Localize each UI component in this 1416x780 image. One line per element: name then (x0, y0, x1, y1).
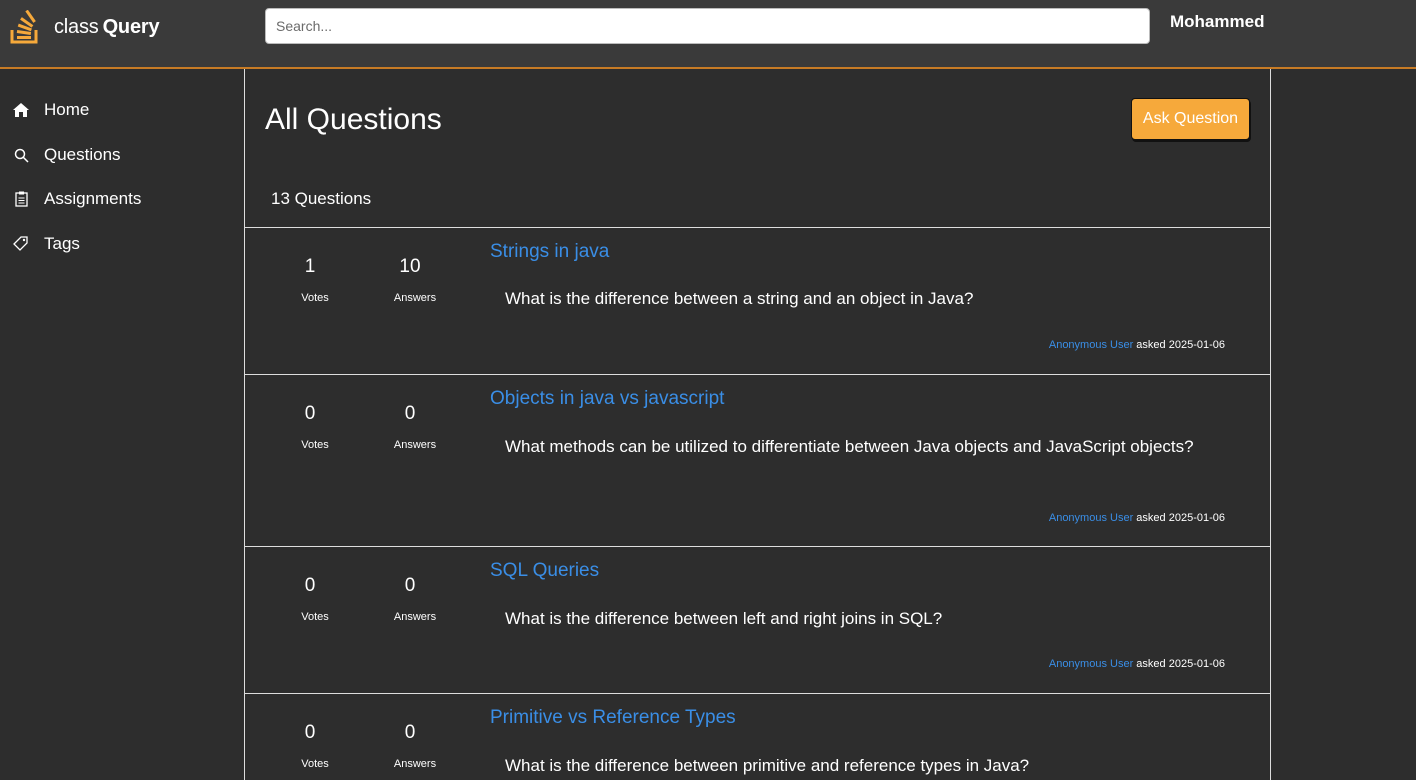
stack-logo-icon (10, 10, 38, 44)
search-input[interactable] (265, 8, 1150, 44)
answers-caption: Answers (393, 611, 437, 623)
question-text: What is the difference between primitive… (505, 756, 1030, 775)
votes-stat: 0 Votes (280, 722, 340, 770)
question-title[interactable]: Primitive vs Reference Types (490, 707, 736, 729)
logo-text: class Query (54, 15, 160, 39)
answers-count: 0 (404, 722, 416, 743)
votes-stat: 0 Votes (280, 575, 340, 623)
answers-count: 0 (404, 575, 416, 596)
sidebar-item-questions[interactable]: Questions (12, 142, 121, 168)
votes-caption: Votes (301, 439, 329, 451)
answers-caption: Answers (393, 439, 437, 451)
clipboard-icon (12, 190, 30, 208)
question-count: 13 Questions (271, 189, 372, 208)
search-icon (12, 146, 30, 164)
sidebar-item-label: Home (44, 100, 90, 119)
logo-text-class: class (54, 15, 99, 38)
question-title[interactable]: SQL Queries (490, 560, 599, 582)
question-date: 2025-01-06 (1168, 658, 1225, 670)
logo-text-query: Query (102, 15, 160, 38)
tag-icon (12, 235, 30, 253)
asked-label: asked (1136, 512, 1166, 524)
votes-count: 1 (304, 256, 316, 277)
question-row: 0 Votes 0 Answers Objects in java vs jav… (245, 374, 1270, 546)
question-meta: Anonymous User asked 2025-01-06 (1049, 339, 1225, 351)
home-icon (12, 101, 30, 119)
votes-caption: Votes (301, 758, 329, 770)
question-title[interactable]: Objects in java vs javascript (490, 388, 724, 410)
page-title: All Questions (265, 103, 442, 136)
question-text: What is the difference between a string … (505, 289, 974, 308)
answers-stat: 0 Answers (380, 722, 440, 770)
question-date: 2025-01-06 (1168, 339, 1225, 351)
sidebar-item-label: Questions (44, 145, 121, 164)
question-text: What is the difference between left and … (505, 609, 943, 628)
sidebar-item-home[interactable]: Home (12, 97, 89, 123)
logo[interactable]: class Query (10, 9, 160, 45)
answers-stat: 0 Answers (380, 403, 440, 451)
asked-label: asked (1136, 658, 1166, 670)
votes-count: 0 (304, 403, 316, 424)
answers-count: 10 (399, 256, 421, 277)
question-title[interactable]: Strings in java (490, 241, 609, 263)
votes-stat: 1 Votes (280, 256, 340, 304)
question-row: 1 Votes 10 Answers Strings in java What … (245, 227, 1270, 374)
votes-count: 0 (304, 575, 316, 596)
sidebar-item-assignments[interactable]: Assignments (12, 186, 141, 212)
sidebar-item-label: Tags (44, 234, 80, 253)
ask-question-button[interactable]: Ask Question (1131, 98, 1250, 140)
answers-caption: Answers (393, 292, 437, 304)
question-date: 2025-01-06 (1168, 512, 1225, 524)
votes-caption: Votes (301, 292, 329, 304)
main-content: All Questions Ask Question 13 Questions … (244, 69, 1271, 780)
question-meta: Anonymous User asked 2025-01-06 (1049, 512, 1225, 524)
votes-count: 0 (304, 722, 316, 743)
user-name[interactable]: Mohammed (1170, 12, 1264, 32)
question-author[interactable]: Anonymous User (1049, 512, 1133, 524)
question-author[interactable]: Anonymous User (1049, 339, 1133, 351)
question-author[interactable]: Anonymous User (1049, 658, 1133, 670)
answers-stat: 0 Answers (380, 575, 440, 623)
asked-label: asked (1136, 339, 1166, 351)
question-text: What methods can be utilized to differen… (505, 437, 1194, 456)
sidebar-item-tags[interactable]: Tags (12, 231, 80, 257)
question-meta: Anonymous User asked 2025-01-06 (1049, 658, 1225, 670)
votes-stat: 0 Votes (280, 403, 340, 451)
top-header: classQuery Mohammed (0, 0, 1416, 69)
votes-caption: Votes (301, 611, 329, 623)
answers-count: 0 (404, 403, 416, 424)
answers-stat: 10 Answers (380, 256, 440, 304)
question-row: 0 Votes 0 Answers Primitive vs Reference… (245, 693, 1270, 780)
sidebar-item-label: Assignments (44, 189, 142, 208)
answers-caption: Answers (393, 758, 437, 770)
question-row: 0 Votes 0 Answers SQL Queries What is th… (245, 546, 1270, 693)
sidebar: Home Questions Assignments Tags (0, 69, 244, 780)
